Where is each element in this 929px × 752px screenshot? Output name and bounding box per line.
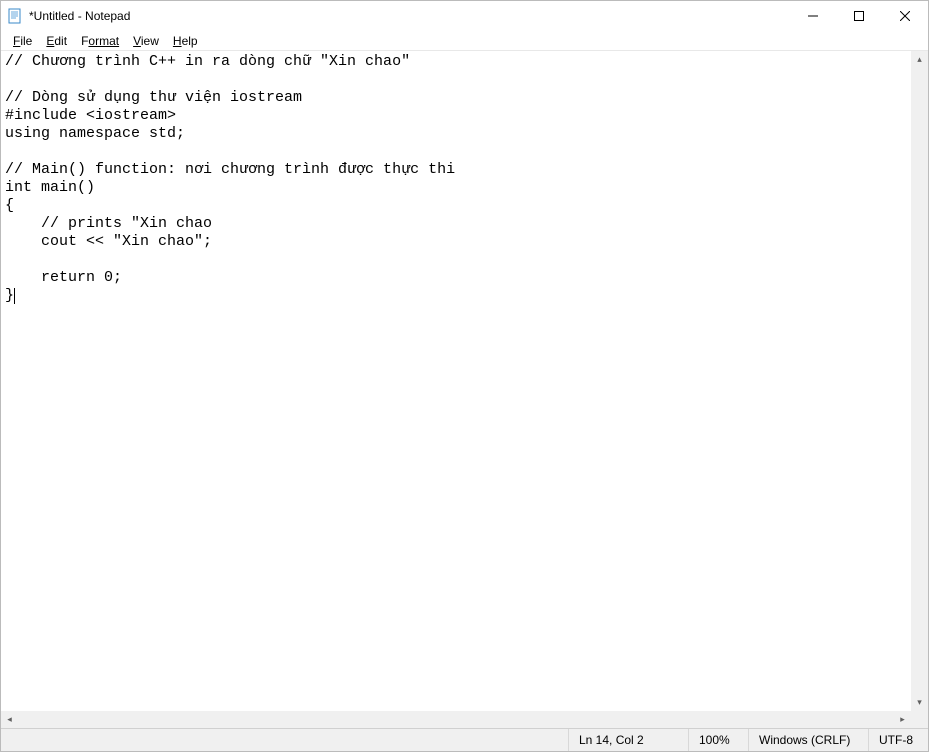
status-encoding: UTF-8 xyxy=(868,729,928,751)
text-caret xyxy=(14,288,15,304)
minimize-button[interactable] xyxy=(790,1,836,31)
scroll-left-button[interactable]: ◂ xyxy=(1,711,18,728)
scroll-corner xyxy=(911,711,928,728)
titlebar: *Untitled - Notepad xyxy=(1,1,928,31)
menu-file[interactable]: File xyxy=(7,32,38,50)
horizontal-scrollbar[interactable]: ◂ ▸ xyxy=(1,711,911,728)
status-position: Ln 14, Col 2 xyxy=(568,729,688,751)
vertical-scrollbar[interactable]: ▴ ▾ xyxy=(911,51,928,711)
scroll-track-v[interactable] xyxy=(911,68,928,694)
scroll-down-button[interactable]: ▾ xyxy=(911,694,928,711)
status-line-ending: Windows (CRLF) xyxy=(748,729,868,751)
text-editor[interactable]: // Chương trình C++ in ra dòng chữ "Xin … xyxy=(1,51,928,728)
close-button[interactable] xyxy=(882,1,928,31)
editor-area: // Chương trình C++ in ra dòng chữ "Xin … xyxy=(1,51,928,728)
maximize-button[interactable] xyxy=(836,1,882,31)
menu-help[interactable]: Help xyxy=(167,32,204,50)
status-zoom: 100% xyxy=(688,729,748,751)
menu-view[interactable]: View xyxy=(127,32,165,50)
statusbar: Ln 14, Col 2 100% Windows (CRLF) UTF-8 xyxy=(1,728,928,751)
menubar: File Edit Format View Help xyxy=(1,31,928,51)
notepad-window: *Untitled - Notepad File Edit Format Vie… xyxy=(0,0,929,752)
notepad-icon xyxy=(7,8,23,24)
window-title: *Untitled - Notepad xyxy=(29,9,790,23)
editor-content: // Chương trình C++ in ra dòng chữ "Xin … xyxy=(5,53,455,304)
scroll-right-button[interactable]: ▸ xyxy=(894,711,911,728)
scroll-track-h[interactable] xyxy=(18,711,894,728)
menu-format[interactable]: Format xyxy=(75,32,125,50)
window-controls xyxy=(790,1,928,31)
scroll-up-button[interactable]: ▴ xyxy=(911,51,928,68)
menu-edit[interactable]: Edit xyxy=(40,32,73,50)
